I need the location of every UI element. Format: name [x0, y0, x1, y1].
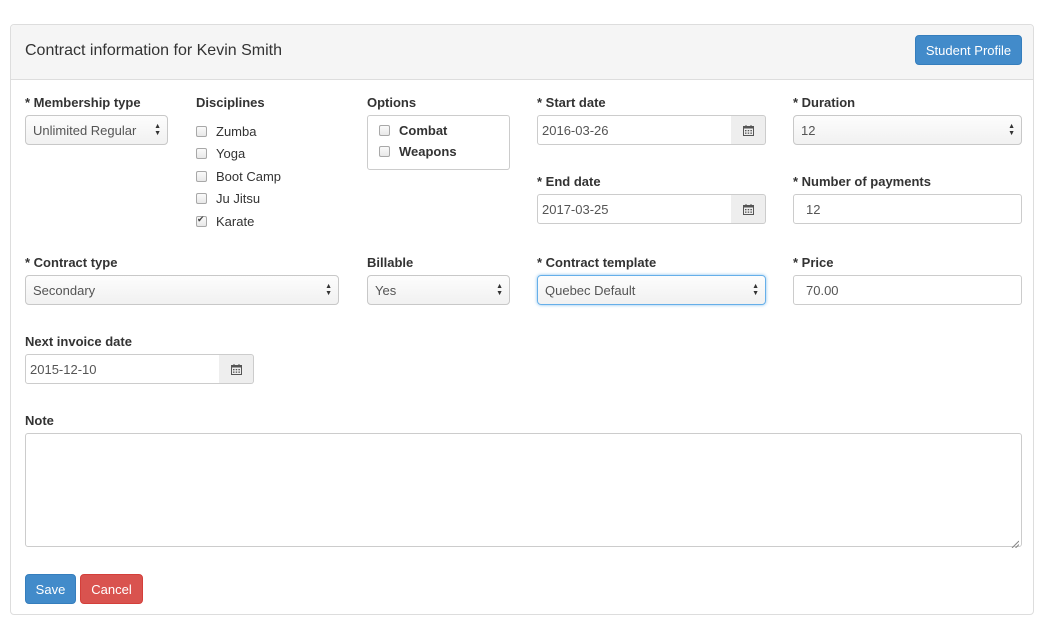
next-invoice-date-calendar-button[interactable]: [219, 354, 254, 384]
start-date-label: * Start date: [537, 95, 606, 110]
page-title: Contract information for Kevin Smith: [25, 42, 282, 59]
duration-value: 12: [801, 122, 816, 138]
discipline-item-ju-jitsu[interactable]: Ju Jitsu: [196, 191, 260, 206]
contract-type-label: * Contract type: [25, 255, 118, 270]
start-date-value: 2016-03-26: [542, 122, 609, 138]
membership-type-select[interactable]: Unlimited Regular ▲ ▼: [25, 115, 168, 145]
calendar-icon: [230, 363, 242, 375]
contract-template-label: * Contract template: [537, 255, 657, 270]
discipline-item-karate[interactable]: Karate: [196, 214, 254, 229]
select-arrows-icon: ▲ ▼: [496, 283, 503, 297]
discipline-label: Boot Camp: [216, 169, 282, 184]
end-date-label: * End date: [537, 174, 601, 189]
discipline-item-boot-camp[interactable]: Boot Camp: [196, 169, 281, 184]
end-date-calendar-button[interactable]: [731, 194, 766, 224]
membership-type-label: * Membership type: [25, 95, 141, 110]
membership-type-value: Unlimited Regular: [33, 122, 137, 138]
price-label: * Price: [793, 255, 834, 270]
billable-value: Yes: [375, 282, 397, 298]
select-arrows-icon: ▲ ▼: [325, 283, 332, 297]
duration-label: * Duration: [793, 95, 856, 110]
start-date-input[interactable]: 2016-03-26: [537, 115, 732, 145]
number-of-payments-input[interactable]: 12: [793, 194, 1022, 224]
options-box: Combat Weapons: [367, 115, 510, 170]
price-input[interactable]: 70.00: [793, 275, 1022, 305]
price-value: 70.00: [806, 282, 839, 298]
contract-template-value: Quebec Default: [545, 282, 636, 298]
select-arrows-icon: ▲ ▼: [154, 123, 161, 137]
discipline-item-zumba[interactable]: Zumba: [196, 124, 256, 139]
number-of-payments-value: 12: [806, 201, 821, 217]
end-date-value: 2017-03-25: [542, 201, 609, 217]
billable-select[interactable]: Yes ▲ ▼: [367, 275, 510, 305]
duration-select[interactable]: 12 ▲ ▼: [793, 115, 1022, 145]
discipline-label: Karate: [216, 214, 255, 229]
checkbox-icon[interactable]: [196, 126, 207, 137]
next-invoice-date-value: 2015-12-10: [30, 361, 97, 377]
calendar-icon: [742, 203, 754, 215]
note-textarea[interactable]: [25, 433, 1022, 549]
contract-panel: Contract information for Kevin Smith Stu…: [10, 24, 1034, 615]
contract-type-value: Secondary: [33, 282, 96, 298]
panel-heading: Contract information for Kevin Smith Stu…: [11, 25, 1033, 80]
save-button[interactable]: Save: [25, 574, 76, 604]
discipline-label: Zumba: [216, 124, 257, 139]
select-arrows-icon: ▲ ▼: [1008, 123, 1015, 137]
option-label: Combat: [399, 123, 448, 138]
contract-type-select[interactable]: Secondary ▲ ▼: [25, 275, 339, 305]
options-label: Options: [367, 95, 417, 110]
contract-template-select[interactable]: Quebec Default ▲ ▼: [537, 275, 766, 305]
checkbox-icon[interactable]: [379, 146, 390, 157]
checkbox-icon[interactable]: [196, 214, 207, 227]
discipline-label: Yoga: [216, 146, 246, 161]
note-label: Note: [25, 413, 54, 428]
checkbox-icon[interactable]: [196, 148, 207, 159]
discipline-item-yoga[interactable]: Yoga: [196, 146, 245, 161]
end-date-input[interactable]: 2017-03-25: [537, 194, 732, 224]
disciplines-label: Disciplines: [196, 95, 265, 110]
resize-grip-icon[interactable]: [1011, 536, 1020, 549]
checkbox-icon[interactable]: [196, 171, 207, 182]
calendar-icon: [742, 124, 754, 136]
checkbox-icon[interactable]: [379, 125, 390, 136]
select-arrows-icon: ▲ ▼: [752, 283, 759, 297]
billable-label: Billable: [367, 255, 414, 270]
start-date-calendar-button[interactable]: [731, 115, 766, 145]
option-item-combat[interactable]: Combat: [379, 123, 447, 138]
next-invoice-date-input[interactable]: 2015-12-10: [25, 354, 220, 384]
discipline-label: Ju Jitsu: [216, 191, 261, 206]
option-label: Weapons: [399, 144, 457, 159]
option-item-weapons[interactable]: Weapons: [379, 144, 457, 159]
number-of-payments-label: * Number of payments: [793, 174, 931, 189]
cancel-button[interactable]: Cancel: [80, 574, 143, 604]
student-profile-button[interactable]: Student Profile: [915, 35, 1022, 65]
next-invoice-date-label: Next invoice date: [25, 334, 132, 349]
checkbox-icon[interactable]: [196, 193, 207, 204]
